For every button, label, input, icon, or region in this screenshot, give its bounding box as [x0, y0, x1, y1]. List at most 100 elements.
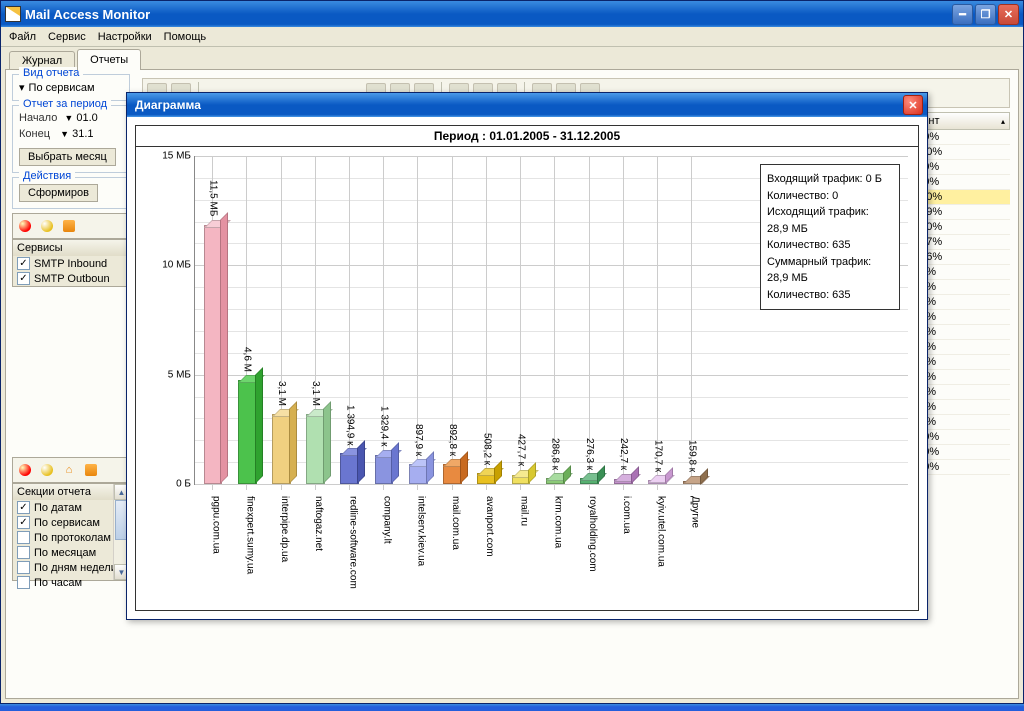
- maximize-button[interactable]: ❐: [975, 4, 996, 25]
- legend-in-traffic: Входящий трафик: 0 Б: [767, 171, 893, 188]
- bar-category-label: intelserv.kiev.ua: [416, 484, 427, 566]
- legend-out-traffic: Исходящий трафик: 28,9 МБ: [767, 204, 893, 237]
- legend-in-count: Количество: 0: [767, 188, 893, 205]
- dialog-title: Диаграмма: [131, 98, 903, 112]
- report-type-value[interactable]: По сервисам: [29, 82, 95, 94]
- checkbox-icon[interactable]: ✓: [17, 257, 30, 270]
- form-button[interactable]: Сформиров: [19, 184, 98, 202]
- tool-icon[interactable]: [38, 217, 56, 235]
- titlebar: Mail Access Monitor ━ ❐ ✕: [1, 1, 1023, 27]
- period-fieldset: Отчет за период Начало ▼ 01.0 Конец ▼ 31…: [12, 105, 130, 173]
- checkbox-icon[interactable]: ✓: [17, 516, 30, 529]
- chart-title: Период : 01.01.2005 - 31.12.2005: [136, 126, 918, 147]
- bar-category-label: redline-software.com: [347, 484, 358, 589]
- close-button[interactable]: ✕: [998, 4, 1019, 25]
- y-tick-label: 15 МБ: [162, 151, 195, 162]
- tool-icon[interactable]: [82, 461, 100, 479]
- tab-reports[interactable]: Отчеты: [77, 49, 141, 70]
- chart-bar: 897,9 к: [409, 464, 428, 484]
- menu-help[interactable]: Помощь: [164, 31, 207, 43]
- dialog-close-button[interactable]: ✕: [903, 95, 923, 115]
- services-header: Сервисы: [13, 240, 129, 256]
- section-item[interactable]: По дням недели: [13, 560, 129, 575]
- bar-category-label: pgpu.com.ua: [210, 484, 221, 554]
- checkbox-icon[interactable]: [17, 576, 30, 589]
- menubar: Файл Сервис Настройки Помощь: [1, 27, 1023, 47]
- home-icon[interactable]: ⌂: [60, 461, 78, 479]
- tool-icon[interactable]: [16, 217, 34, 235]
- end-label: Конец: [19, 128, 50, 140]
- checkbox-icon[interactable]: [17, 546, 30, 559]
- section-item[interactable]: ✓ По датам: [13, 500, 129, 515]
- checkbox-icon[interactable]: [17, 531, 30, 544]
- section-item[interactable]: По протоколам: [13, 530, 129, 545]
- fieldset-legend: Вид отчета: [19, 67, 83, 79]
- bar-value-label: 892,8 к: [447, 424, 458, 456]
- tool-icon[interactable]: [60, 217, 78, 235]
- end-value[interactable]: 31.1: [72, 128, 93, 140]
- bar-value-label: 276,3 к: [584, 438, 595, 470]
- section-item[interactable]: По месяцам: [13, 545, 129, 560]
- bar-value-label: 508,2 к: [481, 433, 492, 465]
- service-item[interactable]: ✓SMTP Outboun: [13, 271, 129, 286]
- bar-value-label: 286,8 к: [550, 438, 561, 470]
- app-icon: [5, 6, 21, 22]
- section-label: По датам: [34, 502, 82, 514]
- bar-value-label: 1 329,4 к: [379, 406, 390, 447]
- bar-value-label: 11,5 МБ: [207, 180, 218, 216]
- section-label: По месяцам: [34, 547, 96, 559]
- bar-category-label: royalholding.com: [587, 484, 598, 572]
- left-sidebar: Вид отчета ▾По сервисам Отчет за период …: [6, 70, 136, 698]
- start-value[interactable]: 01.0: [76, 112, 97, 124]
- service-item[interactable]: ✓ SMTP Inbound: [13, 256, 129, 271]
- bar-value-label: 1 394,9 к: [344, 405, 355, 446]
- menu-file[interactable]: Файл: [9, 31, 36, 43]
- bar-value-label: 4,6 М: [242, 347, 253, 372]
- sections-header: Секции отчета: [13, 484, 129, 500]
- menu-service[interactable]: Сервис: [48, 31, 86, 43]
- sections-toolbar: ⌂: [12, 457, 130, 483]
- chart-bar: 1 394,9 к: [340, 453, 359, 484]
- checkbox-icon[interactable]: ✓: [17, 501, 30, 514]
- tool-icon[interactable]: [38, 461, 56, 479]
- minimize-button[interactable]: ━: [952, 4, 973, 25]
- chart-bar: 11,5 МБ: [204, 225, 223, 484]
- chart-bar: 427,7 к: [512, 475, 531, 484]
- section-item[interactable]: По часам: [13, 575, 129, 590]
- bar-category-label: finexpert.sumy.ua: [245, 484, 256, 574]
- bar-category-label: krm.com.ua: [553, 484, 564, 548]
- bar-value-label: 159,8 к: [687, 440, 698, 472]
- checkbox-icon[interactable]: ✓: [17, 272, 30, 285]
- section-label: По дням недели: [34, 562, 117, 574]
- bar-value-label: 897,9 к: [413, 424, 424, 456]
- actions-fieldset: Действия Сформиров: [12, 177, 130, 209]
- checkbox-icon[interactable]: [17, 561, 30, 574]
- section-item[interactable]: ✓ По сервисам: [13, 515, 129, 530]
- bar-category-label: mail.com.ua: [450, 484, 461, 550]
- tabbar: Журнал Отчеты: [1, 47, 1023, 69]
- chart-bar: 4,6 М: [238, 380, 257, 484]
- bar-value-label: 3,1 М: [310, 381, 321, 406]
- sections-panel: Секции отчета ✓ По датам ✓ По сервисамПо пр…: [12, 483, 130, 581]
- choose-month-button[interactable]: Выбрать месяц: [19, 148, 116, 166]
- bar-value-label: 242,7 к: [618, 438, 629, 470]
- chart-bar: 892,8 к: [443, 464, 462, 484]
- bar-category-label: company.lt: [382, 484, 393, 544]
- start-label: Начало: [19, 112, 57, 124]
- menu-settings[interactable]: Настройки: [98, 31, 152, 43]
- bar-category-label: Другие: [690, 484, 701, 528]
- bar-value-label: 170,7 к: [652, 440, 663, 472]
- bar-category-label: naftogaz.net: [313, 484, 324, 551]
- window-title: Mail Access Monitor: [25, 7, 952, 22]
- chart-legend: Входящий трафик: 0 Б Количество: 0 Исход…: [760, 164, 900, 310]
- service-label: SMTP Inbound: [34, 258, 107, 270]
- chart-bar: 3,1 М: [272, 414, 291, 484]
- section-label: По сервисам: [34, 517, 100, 529]
- section-label: По часам: [34, 577, 82, 589]
- bar-category-label: interpipe.dp.ua: [279, 484, 290, 562]
- tool-icon[interactable]: [16, 461, 34, 479]
- chart-dialog: Диаграмма ✕ Период : 01.01.2005 - 31.12.…: [126, 92, 928, 620]
- bar-category-label: kyiv.utel.com.ua: [655, 484, 666, 567]
- fieldset-legend: Отчет за период: [19, 98, 111, 110]
- legend-out-count: Количество: 635: [767, 237, 893, 254]
